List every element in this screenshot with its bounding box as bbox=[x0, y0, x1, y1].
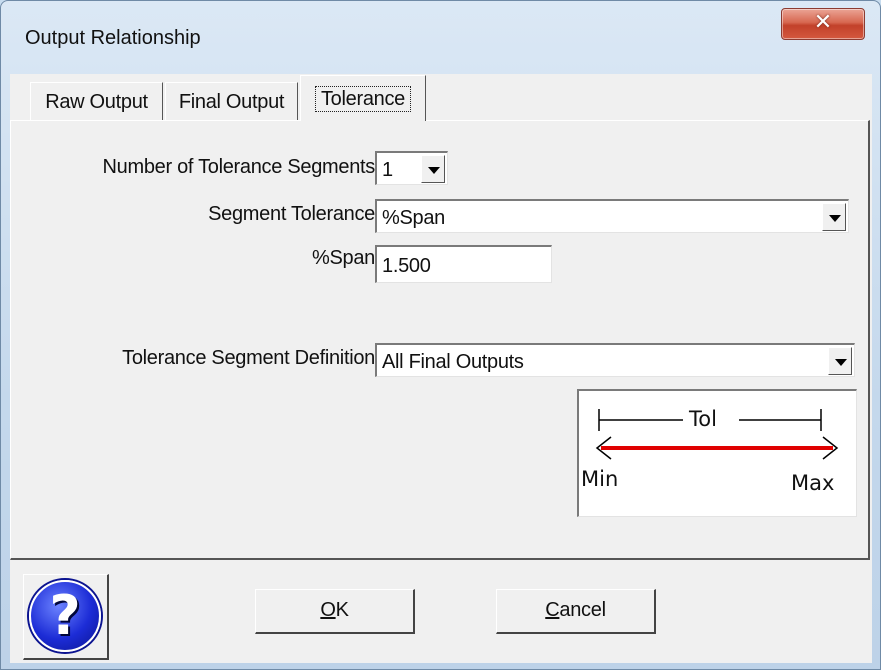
ok-mnemonic: O bbox=[320, 599, 336, 621]
tab-tolerance[interactable]: Tolerance bbox=[300, 75, 426, 121]
ok-label-rest: K bbox=[335, 599, 349, 621]
cancel-mnemonic: C bbox=[545, 599, 560, 621]
tolerance-tab-panel: Number of Tolerance Segments 1 Segment T… bbox=[10, 120, 870, 560]
tolerance-diagram-graphic bbox=[595, 409, 839, 460]
dialog-window: Output Relationship ✕ Raw Output Final O… bbox=[0, 0, 881, 670]
close-icon: ✕ bbox=[813, 10, 833, 35]
num-segments-dropdown-button[interactable] bbox=[421, 155, 445, 183]
num-segments-dropdown[interactable]: 1 bbox=[375, 151, 448, 185]
segment-tolerance-value: %Span bbox=[382, 207, 445, 229]
segment-tolerance-dropdown-button[interactable] bbox=[822, 203, 846, 231]
tab-tolerance-label: Tolerance bbox=[314, 85, 412, 112]
span-input[interactable]: 1.500 bbox=[375, 245, 552, 283]
ok-button[interactable]: OK bbox=[255, 589, 415, 634]
segment-definition-dropdown[interactable]: All Final Outputs bbox=[375, 343, 855, 377]
button-bar: ? OK Cancel bbox=[10, 560, 870, 663]
span-value: 1.500 bbox=[382, 255, 431, 277]
segment-definition-dropdown-button[interactable] bbox=[828, 347, 852, 375]
span-label: %Span bbox=[312, 247, 375, 269]
dialog-client-area: Raw Output Final Output Tolerance Number… bbox=[10, 74, 872, 663]
tolerance-diagram: Tol Min Max bbox=[577, 389, 857, 517]
chevron-down-icon bbox=[428, 167, 440, 174]
max-label: Max bbox=[791, 471, 835, 495]
tab-final-output-label: Final Output bbox=[178, 90, 285, 113]
min-label: Min bbox=[581, 467, 619, 491]
tab-raw-output-label: Raw Output bbox=[45, 90, 148, 113]
tab-final-output[interactable]: Final Output bbox=[165, 82, 298, 121]
question-mark-glyph: ? bbox=[49, 584, 81, 647]
segment-definition-value: All Final Outputs bbox=[382, 351, 524, 373]
segment-tolerance-label: Segment Tolerance bbox=[208, 203, 375, 225]
tab-raw-output[interactable]: Raw Output bbox=[30, 82, 163, 121]
help-button[interactable]: ? bbox=[23, 574, 109, 660]
tol-label: Tol bbox=[689, 407, 717, 431]
segment-tolerance-dropdown[interactable]: %Span bbox=[375, 199, 849, 233]
num-segments-value: 1 bbox=[382, 159, 393, 181]
window-title: Output Relationship bbox=[25, 27, 201, 49]
num-segments-label: Number of Tolerance Segments bbox=[102, 156, 376, 178]
chevron-down-icon bbox=[829, 215, 841, 222]
close-button[interactable]: ✕ bbox=[781, 8, 865, 40]
cancel-button[interactable]: Cancel bbox=[496, 589, 656, 634]
segment-definition-label: Tolerance Segment Definition bbox=[122, 347, 375, 369]
cancel-label-rest: ancel bbox=[559, 599, 606, 621]
help-icon: ? bbox=[29, 580, 101, 652]
chevron-down-icon bbox=[835, 359, 847, 366]
